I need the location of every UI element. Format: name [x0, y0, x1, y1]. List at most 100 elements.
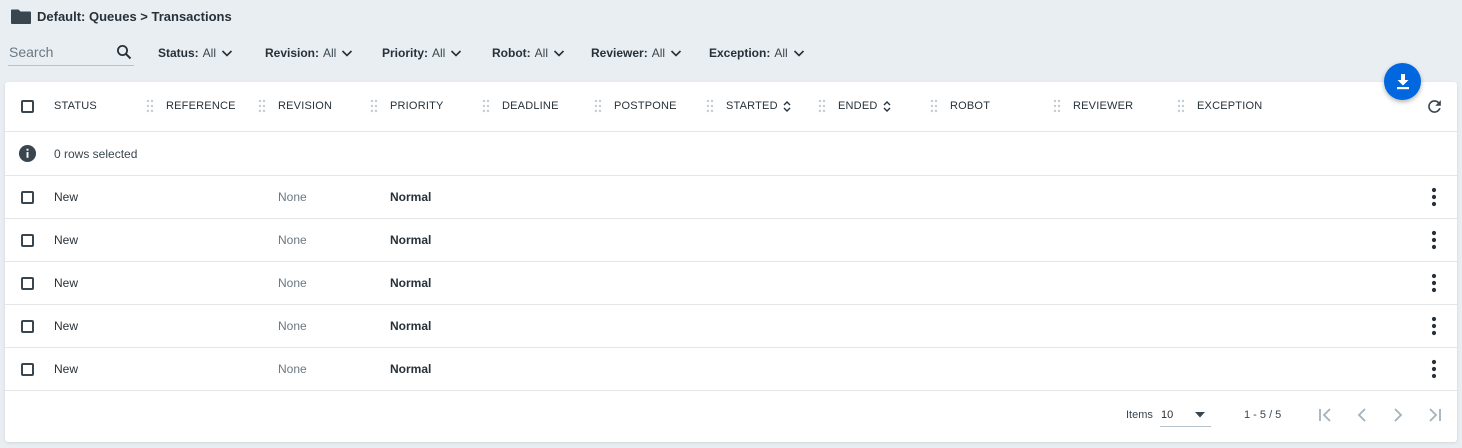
filter-reviewer[interactable]: Reviewer: All — [591, 44, 683, 62]
drag-handle-icon[interactable] — [1177, 99, 1185, 113]
items-per-page-value: 10 — [1161, 409, 1174, 421]
more-vert-icon[interactable] — [1427, 316, 1441, 336]
cell-priority: Normal — [390, 362, 432, 376]
column-header-reviewer[interactable]: REVIEWER — [1073, 100, 1133, 112]
column-label: POSTPONE — [614, 100, 677, 112]
breadcrumb-text: Default: Queues > Transactions — [37, 8, 232, 24]
cell-revision: None — [278, 233, 307, 247]
drag-handle-icon[interactable] — [1053, 99, 1061, 113]
selection-info-text: 0 rows selected — [54, 147, 138, 161]
chevron-down-icon — [449, 46, 463, 60]
filter-exception-value: All — [774, 46, 788, 60]
items-per-page-label: Items — [1126, 409, 1153, 421]
select-all-checkbox[interactable] — [21, 100, 34, 113]
more-vert-icon[interactable] — [1427, 230, 1441, 250]
filter-revision[interactable]: Revision: All — [265, 44, 354, 62]
filter-status-label: Status: — [158, 46, 199, 60]
column-header-status[interactable]: STATUS — [54, 100, 97, 112]
table-row[interactable]: New None Normal — [5, 348, 1457, 391]
filter-revision-label: Revision: — [265, 46, 320, 60]
column-header-robot[interactable]: ROBOT — [950, 100, 990, 112]
column-header-revision[interactable]: REVISION — [278, 100, 332, 112]
filter-robot-label: Robot: — [492, 46, 531, 60]
download-icon — [1395, 73, 1411, 90]
drag-handle-icon[interactable] — [706, 99, 714, 113]
drag-handle-icon[interactable] — [930, 99, 938, 113]
table-row[interactable]: New None Normal — [5, 176, 1457, 219]
cell-priority: Normal — [390, 276, 432, 290]
filter-revision-value: All — [323, 46, 337, 60]
cell-priority: Normal — [390, 319, 432, 333]
sort-icon[interactable] — [883, 100, 891, 112]
chevron-down-icon — [552, 46, 566, 60]
row-checkbox[interactable] — [21, 320, 34, 333]
filter-exception[interactable]: Exception: All — [709, 44, 806, 62]
table-header: STATUS REFERENCE REVISION PRIORITY DEADL… — [5, 82, 1457, 132]
column-label: STARTED — [726, 100, 778, 112]
first-page-icon[interactable] — [1317, 406, 1335, 424]
column-header-deadline[interactable]: DEADLINE — [502, 100, 559, 112]
filter-robot[interactable]: Robot: All — [492, 44, 566, 62]
sort-icon[interactable] — [783, 100, 791, 112]
download-button[interactable] — [1384, 63, 1421, 100]
column-header-postpone[interactable]: POSTPONE — [614, 100, 677, 112]
row-checkbox[interactable] — [21, 363, 34, 376]
drag-handle-icon[interactable] — [370, 99, 378, 113]
row-checkbox[interactable] — [21, 234, 34, 247]
cell-revision: None — [278, 190, 307, 204]
cell-status: New — [54, 190, 79, 204]
search-input[interactable] — [8, 40, 108, 64]
column-header-priority[interactable]: PRIORITY — [390, 100, 444, 112]
selection-info: 0 rows selected — [5, 132, 1457, 176]
column-label: DEADLINE — [502, 100, 559, 112]
filter-priority-label: Priority: — [382, 46, 429, 60]
cell-revision: None — [278, 319, 307, 333]
cell-priority: Normal — [390, 233, 432, 247]
last-page-icon[interactable] — [1425, 406, 1443, 424]
column-label: ROBOT — [950, 100, 991, 112]
chevron-down-icon — [340, 46, 354, 60]
more-vert-icon[interactable] — [1427, 187, 1441, 207]
previous-page-icon[interactable] — [1353, 406, 1371, 424]
cell-revision: None — [278, 362, 307, 376]
breadcrumb: Default: Queues > Transactions — [11, 7, 232, 25]
filter-status[interactable]: Status: All — [158, 44, 234, 62]
folder-icon — [11, 8, 31, 24]
column-label: REVISION — [278, 100, 333, 112]
row-checkbox[interactable] — [21, 191, 34, 204]
drag-handle-icon[interactable] — [482, 99, 490, 113]
column-label: ENDED — [838, 100, 878, 112]
column-label: REVIEWER — [1073, 100, 1134, 112]
refresh-icon[interactable] — [1425, 97, 1444, 116]
filter-exception-label: Exception: — [709, 46, 771, 60]
column-header-exception[interactable]: EXCEPTION — [1197, 100, 1262, 112]
column-header-started[interactable]: STARTED — [726, 100, 791, 112]
cell-status: New — [54, 276, 79, 290]
column-label: EXCEPTION — [1197, 100, 1263, 112]
more-vert-icon[interactable] — [1427, 273, 1441, 293]
items-per-page-select[interactable]: 10 — [1160, 403, 1211, 427]
cell-status: New — [54, 319, 79, 333]
more-vert-icon[interactable] — [1427, 359, 1441, 379]
filter-priority-value: All — [432, 46, 446, 60]
filter-reviewer-value: All — [651, 46, 666, 60]
drag-handle-icon[interactable] — [258, 99, 266, 113]
pagination: Items 10 1 - 5 / 5 — [5, 396, 1457, 442]
filter-bar: Status: All Revision: All Priority: All … — [8, 40, 1408, 66]
cell-priority: Normal — [390, 190, 432, 204]
row-checkbox[interactable] — [21, 277, 34, 290]
drag-handle-icon[interactable] — [146, 99, 154, 113]
search-icon[interactable] — [116, 44, 132, 65]
column-header-ended[interactable]: ENDED — [838, 100, 891, 112]
table-row[interactable]: New None Normal — [5, 262, 1457, 305]
column-label: REFERENCE — [166, 100, 236, 112]
filter-priority[interactable]: Priority: All — [382, 44, 463, 62]
drag-handle-icon[interactable] — [818, 99, 826, 113]
drag-handle-icon[interactable] — [594, 99, 602, 113]
next-page-icon[interactable] — [1389, 406, 1407, 424]
table-row[interactable]: New None Normal — [5, 219, 1457, 262]
table-row[interactable]: New None Normal — [5, 305, 1457, 348]
chevron-down-icon — [669, 46, 683, 60]
chevron-down-icon — [220, 46, 234, 60]
column-header-reference[interactable]: REFERENCE — [166, 100, 236, 112]
